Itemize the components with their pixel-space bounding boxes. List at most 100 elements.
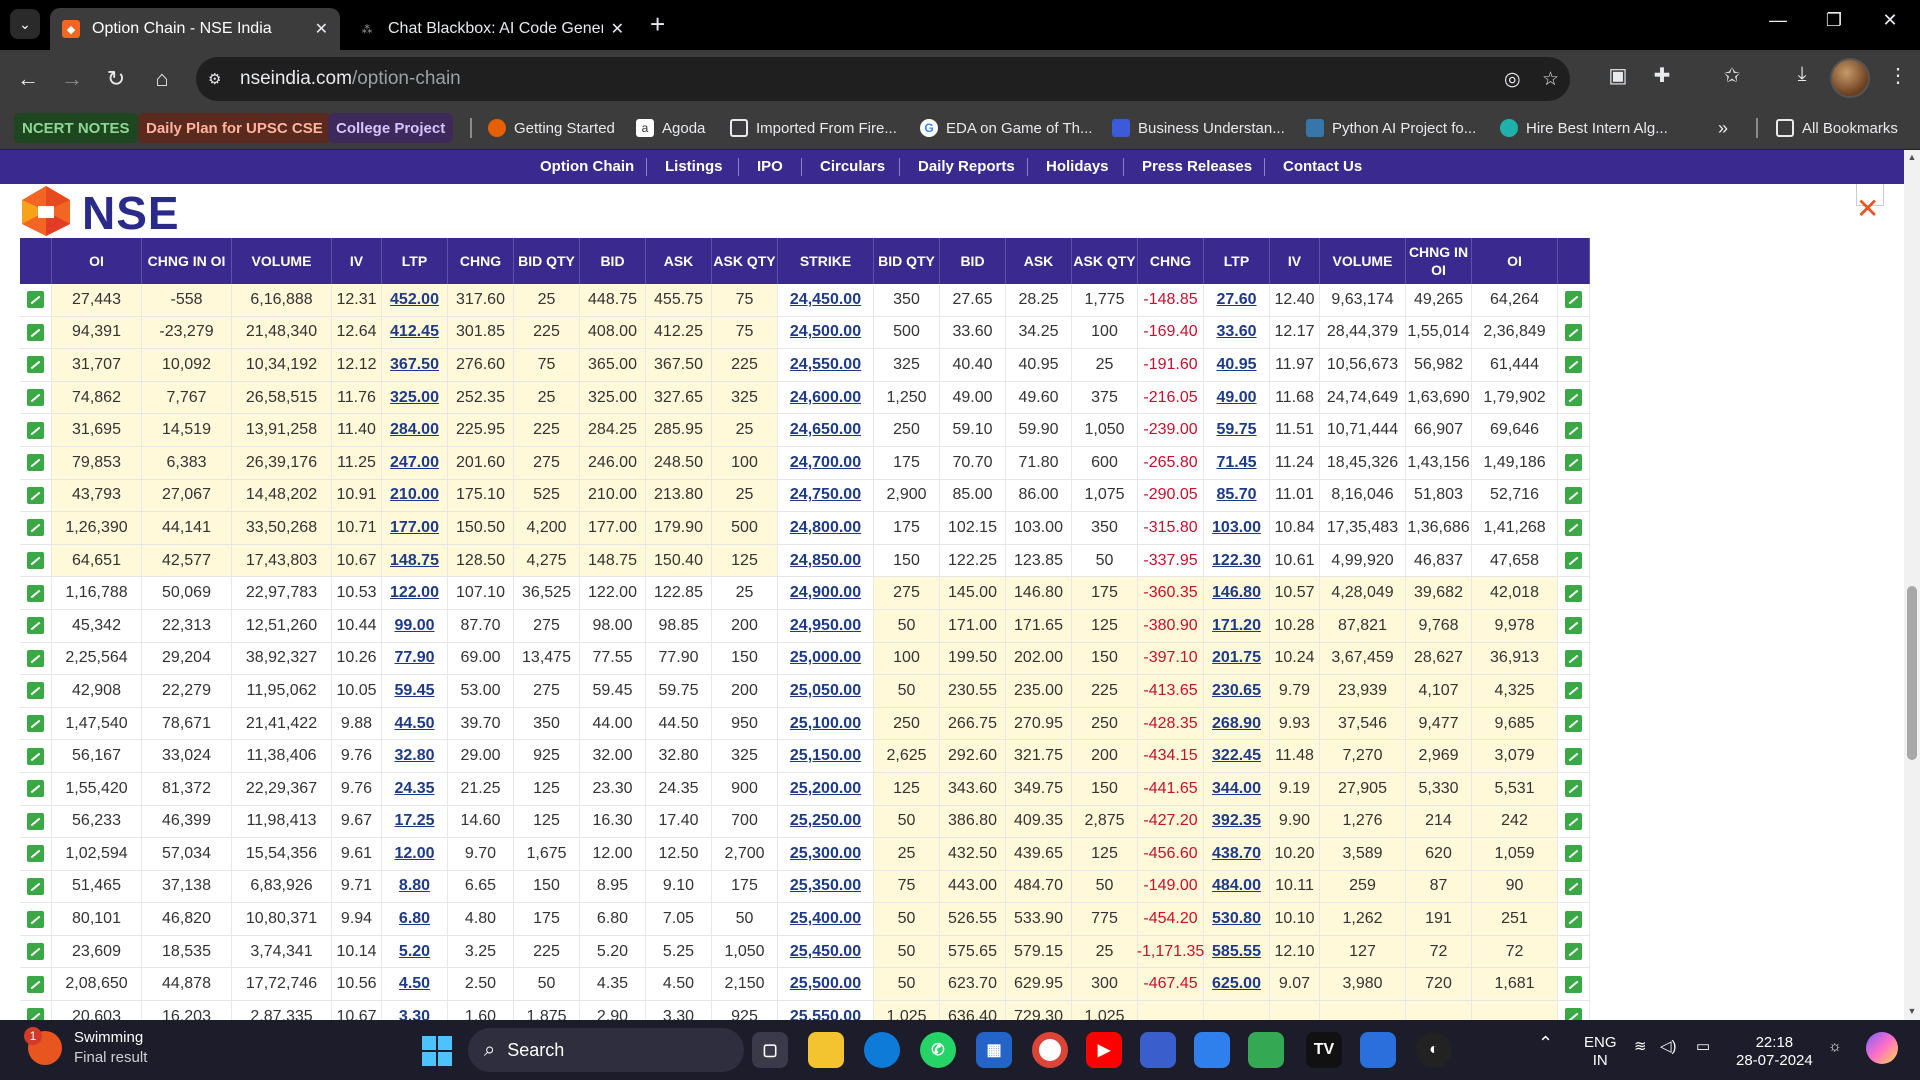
cell-put-ltp[interactable]: 484.00 (1204, 870, 1270, 903)
file-explorer-icon[interactable] (808, 1032, 844, 1068)
chart-icon[interactable] (27, 486, 44, 504)
chart-icon[interactable] (1565, 389, 1582, 407)
put-chart-cell[interactable] (1558, 512, 1590, 544)
put-chart-cell[interactable] (1558, 740, 1590, 772)
put-chart-cell[interactable] (1558, 284, 1590, 316)
chart-icon[interactable] (27, 649, 44, 667)
nav-ipo[interactable]: IPO (757, 150, 783, 184)
cell-call-ltp[interactable]: 367.50 (382, 349, 448, 381)
tab-blackbox[interactable]: ⁂ Chat Blackbox: AI Code Generat ✕ (346, 8, 636, 50)
cell-strike[interactable]: 24,900.00 (778, 577, 874, 609)
chart-icon[interactable] (1565, 943, 1582, 961)
bookmark-ncert-notes[interactable]: NCERT NOTES (14, 113, 138, 143)
edge-icon[interactable] (864, 1032, 900, 1068)
cell-put-ltp[interactable]: 33.60 (1204, 316, 1270, 349)
cell-put-ltp[interactable]: 40.95 (1204, 349, 1270, 381)
call-chart-cell[interactable] (20, 349, 52, 381)
cell-strike[interactable]: 24,700.00 (778, 446, 874, 479)
bookmark-getting-started[interactable]: Getting Started (488, 113, 615, 143)
chart-icon[interactable] (27, 519, 44, 537)
call-chart-cell[interactable] (20, 512, 52, 544)
whatsapp-icon[interactable]: ✆ (920, 1032, 956, 1068)
home-icon[interactable]: ⌂ (146, 63, 178, 95)
chart-icon[interactable] (1565, 682, 1582, 700)
nse-logo-icon[interactable] (18, 184, 74, 238)
chart-icon[interactable] (1565, 975, 1582, 993)
chart-icon[interactable] (27, 552, 44, 570)
bookmark-hire-best-intern[interactable]: Hire Best Intern Alg... (1500, 113, 1668, 143)
cell-put-ltp[interactable]: 49.00 (1204, 381, 1270, 414)
cell-strike[interactable]: 24,750.00 (778, 479, 874, 512)
extensions-puzzle-icon[interactable]: ✚ (1646, 63, 1678, 88)
call-chart-cell[interactable] (20, 707, 52, 740)
chart-icon[interactable] (1565, 617, 1582, 635)
put-chart-cell[interactable] (1558, 1001, 1590, 1020)
chart-icon[interactable] (27, 323, 44, 341)
cell-put-ltp[interactable]: 230.65 (1204, 675, 1270, 707)
chart-icon[interactable] (1565, 454, 1582, 472)
tray-expand-icon[interactable]: ⌃ (1538, 1034, 1553, 1052)
call-chart-cell[interactable] (20, 577, 52, 609)
chart-icon[interactable] (1565, 552, 1582, 570)
tab-close-icon[interactable]: ✕ (611, 19, 624, 39)
cell-put-ltp[interactable]: 171.20 (1204, 609, 1270, 642)
nav-listings[interactable]: Listings (665, 150, 723, 184)
call-chart-cell[interactable] (20, 414, 52, 446)
site-info-icon[interactable]: ⚙ (208, 70, 228, 88)
put-chart-cell[interactable] (1558, 414, 1590, 446)
feather-app-icon[interactable] (1360, 1032, 1396, 1068)
cell-strike[interactable]: 24,550.00 (778, 349, 874, 381)
put-chart-cell[interactable] (1558, 805, 1590, 838)
cell-call-ltp[interactable]: 8.80 (382, 870, 448, 903)
cell-call-ltp[interactable]: 59.45 (382, 675, 448, 707)
tab-option-chain[interactable]: ◆ Option Chain - NSE India ✕ (50, 8, 340, 50)
cell-call-ltp[interactable]: 148.75 (382, 544, 448, 577)
restore-icon[interactable]: ❐ (1814, 10, 1854, 31)
cell-call-ltp[interactable]: 210.00 (382, 479, 448, 512)
task-view-icon[interactable]: ▢ (752, 1032, 788, 1068)
call-chart-cell[interactable] (20, 675, 52, 707)
cell-call-ltp[interactable]: 12.00 (382, 838, 448, 870)
chart-icon[interactable] (1565, 845, 1582, 863)
call-chart-cell[interactable] (20, 1001, 52, 1020)
chart-icon[interactable] (27, 389, 44, 407)
tradingview-icon[interactable]: TV (1306, 1032, 1342, 1068)
call-chart-cell[interactable] (20, 446, 52, 479)
cell-call-ltp[interactable]: 284.00 (382, 414, 448, 446)
chart-icon[interactable] (27, 617, 44, 635)
chart-icon[interactable] (1565, 323, 1582, 341)
chart-icon[interactable] (1565, 910, 1582, 928)
cell-call-ltp[interactable]: 247.00 (382, 446, 448, 479)
cell-strike[interactable]: 25,050.00 (778, 675, 874, 707)
chart-icon[interactable] (27, 454, 44, 472)
copilot-icon[interactable] (1866, 1032, 1898, 1064)
bookmark-python-ai-project[interactable]: Python AI Project fo... (1306, 113, 1476, 143)
cell-call-ltp[interactable]: 77.90 (382, 642, 448, 675)
taskbar-search[interactable]: ⌕ Search (468, 1028, 744, 1072)
nav-circulars[interactable]: Circulars (820, 150, 885, 184)
call-chart-cell[interactable] (20, 544, 52, 577)
chart-icon[interactable] (1565, 877, 1582, 895)
chart-icon[interactable] (27, 877, 44, 895)
cell-call-ltp[interactable]: 4.50 (382, 968, 448, 1001)
chart-icon[interactable] (1565, 291, 1582, 309)
battery-icon[interactable]: ▭ (1696, 1038, 1710, 1056)
scroll-down-icon[interactable]: ▼ (1904, 1006, 1920, 1016)
cell-put-ltp[interactable]: 146.80 (1204, 577, 1270, 609)
address-bar[interactable]: ⚙ nseindia.com/option-chain ◎ ☆ (196, 57, 1570, 101)
chart-icon[interactable] (27, 747, 44, 765)
menu-kebab-icon[interactable]: ⋮ (1882, 63, 1914, 88)
put-chart-cell[interactable] (1558, 935, 1590, 968)
wifi-icon[interactable]: ≋ (1634, 1038, 1647, 1056)
close-icon[interactable]: ✕ (1856, 192, 1879, 225)
cell-put-ltp[interactable]: 392.35 (1204, 805, 1270, 838)
put-chart-cell[interactable] (1558, 642, 1590, 675)
chart-icon[interactable] (1565, 356, 1582, 374)
cell-put-ltp[interactable]: 85.70 (1204, 479, 1270, 512)
cell-call-ltp[interactable]: 17.25 (382, 805, 448, 838)
put-chart-cell[interactable] (1558, 577, 1590, 609)
chart-icon[interactable] (27, 975, 44, 993)
chart-icon[interactable] (1565, 747, 1582, 765)
scroll-thumb[interactable] (1907, 586, 1917, 760)
cell-strike[interactable]: 25,000.00 (778, 642, 874, 675)
